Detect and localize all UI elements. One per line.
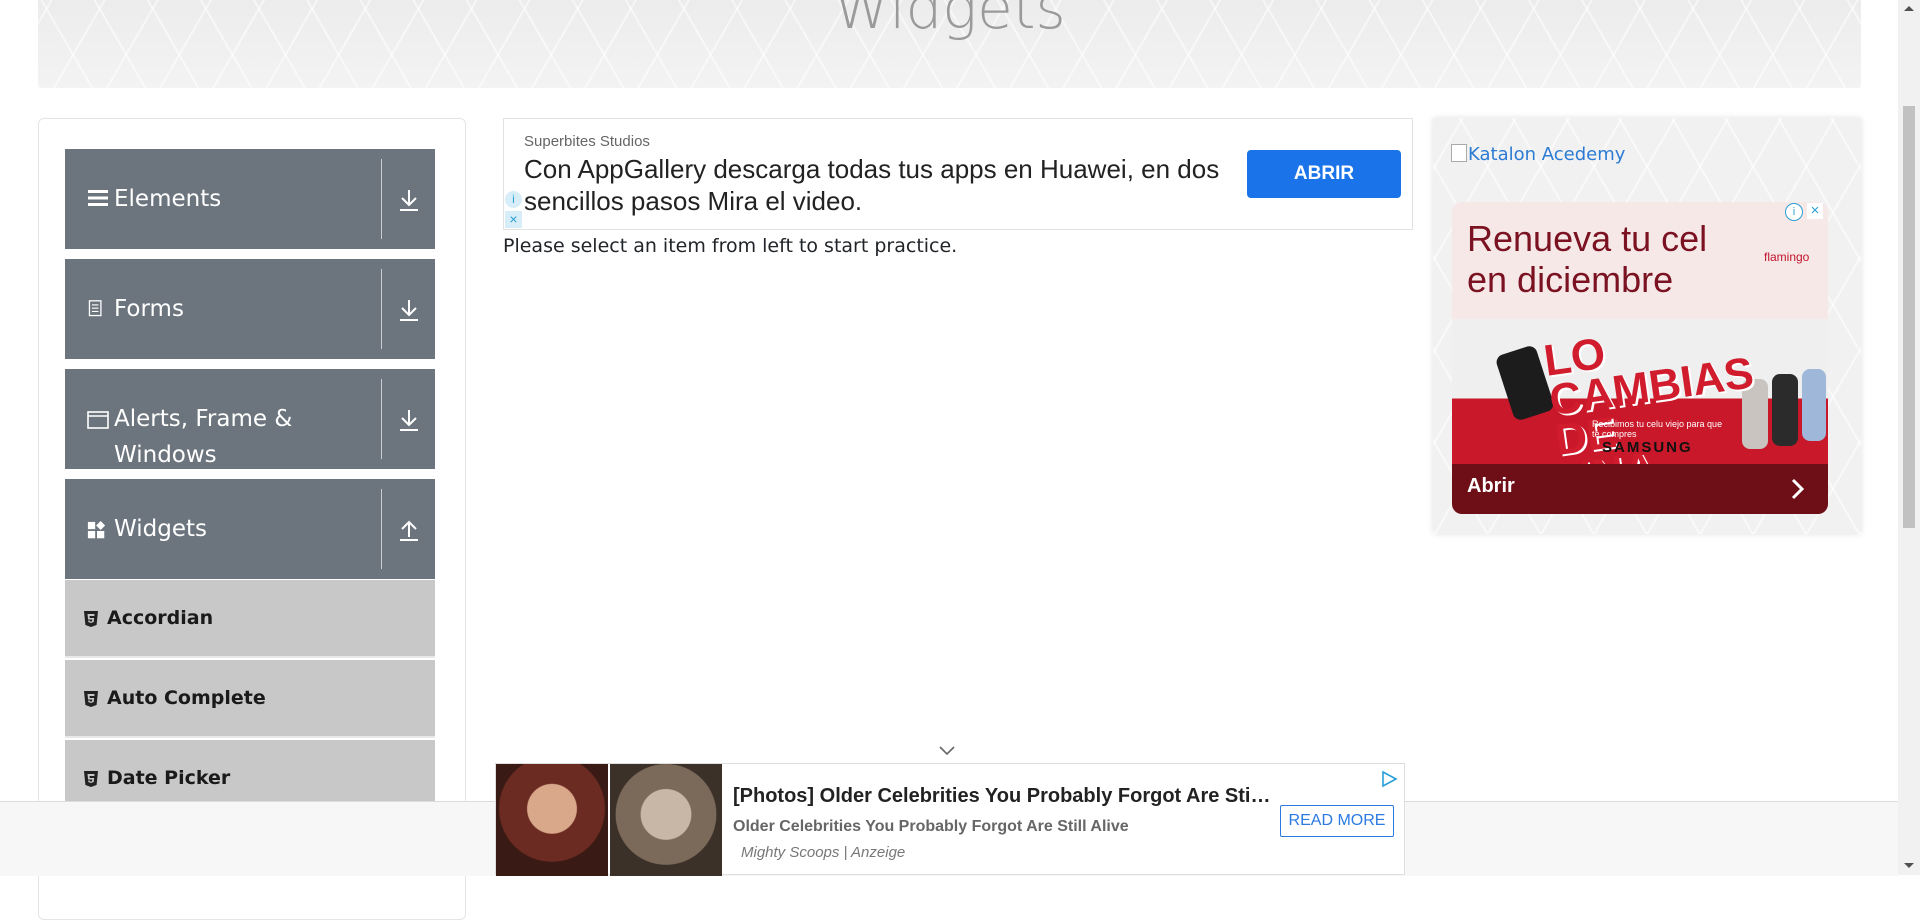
group-label: Forms	[114, 296, 184, 322]
phone-image	[1772, 374, 1798, 446]
page-banner: Widgets	[38, 0, 1861, 88]
bottom-native-ad[interactable]: [Photos] Older Celebrities You Probably …	[495, 763, 1405, 876]
download-arrow-icon[interactable]	[397, 187, 421, 213]
promo-brand-logo: flamingo	[1764, 250, 1810, 264]
menu-item-accordian[interactable]: Accordian	[65, 580, 435, 658]
page-title: Widgets	[833, 0, 1066, 42]
scroll-down-arrow-icon[interactable]	[1903, 862, 1915, 870]
scroll-up-arrow-icon[interactable]	[1903, 4, 1915, 12]
download-arrow-icon[interactable]	[397, 407, 421, 433]
group-forms[interactable]: Forms	[65, 259, 435, 359]
menu-item-label: Accordian	[107, 607, 214, 629]
document-icon	[88, 300, 102, 317]
promo-small-text: Recibimos tu celu viejo para que te comp…	[1592, 419, 1723, 439]
hamburger-icon	[88, 190, 108, 206]
practice-instruction: Please select an item from left to start…	[503, 235, 958, 257]
divider	[381, 489, 382, 569]
ad-source: Mighty Scoops | Anzeige	[741, 844, 906, 861]
ad-open-button[interactable]: ABRIR	[1247, 150, 1401, 198]
ad-title[interactable]: [Photos] Older Celebrities You Probably …	[733, 785, 1273, 808]
window-icon	[87, 411, 109, 429]
adchoices-icon[interactable]	[1380, 770, 1398, 788]
html5-icon	[84, 611, 98, 627]
ad-info-icon[interactable]: i	[505, 191, 522, 208]
menu-item-auto-complete[interactable]: Auto Complete	[65, 660, 435, 738]
chevron-down-icon[interactable]	[938, 745, 956, 757]
html5-icon	[84, 691, 98, 707]
group-alerts-frame-windows[interactable]: Alerts, Frame & Windows	[65, 369, 435, 469]
group-label: Elements	[114, 186, 222, 212]
promo-close-icon[interactable]: ×	[1807, 203, 1823, 219]
promo-info-icon[interactable]: i	[1785, 203, 1803, 221]
download-arrow-icon[interactable]	[397, 297, 421, 323]
katalon-academy-link[interactable]: Katalon Acedemy	[1451, 144, 1625, 165]
menu-item-label: Auto Complete	[107, 687, 266, 709]
group-label: Widgets	[114, 516, 207, 542]
promo-open-button[interactable]: Abrir	[1467, 475, 1515, 498]
promo-title: Renueva tu cel en diciembre	[1467, 218, 1708, 300]
promo-footer[interactable]: Abrir	[1452, 464, 1828, 514]
flamingo-promo-ad[interactable]: Renueva tu cel en diciembre flamingo LO …	[1452, 202, 1828, 514]
widgets-icon	[87, 521, 106, 539]
chevron-right-icon[interactable]	[1789, 478, 1807, 500]
ad-thumbnail[interactable]	[610, 764, 722, 876]
group-widgets[interactable]: Widgets	[65, 479, 435, 579]
phone-image	[1802, 369, 1826, 441]
upload-arrow-icon[interactable]	[397, 517, 421, 543]
divider	[381, 159, 382, 239]
ad-close-icon[interactable]: ×	[505, 211, 522, 228]
samsung-logo: SAMSUNG	[1602, 439, 1693, 456]
ad-sponsor: Superbites Studios	[524, 133, 650, 150]
group-label: Alerts, Frame & Windows	[114, 406, 293, 468]
read-more-button[interactable]: READ MORE	[1280, 805, 1394, 837]
html5-icon	[84, 771, 98, 787]
ad-thumbnail[interactable]	[496, 764, 608, 876]
ad-headline[interactable]: Con AppGallery descarga todas tus apps e…	[524, 153, 1244, 217]
scrollbar-thumb[interactable]	[1903, 106, 1915, 528]
divider	[381, 269, 382, 349]
top-banner-ad[interactable]: Superbites Studios Con AppGallery descar…	[503, 118, 1413, 230]
group-elements[interactable]: Elements	[65, 149, 435, 249]
right-ad-panel: Katalon Acedemy Renueva tu cel en diciem…	[1433, 118, 1861, 534]
ad-description: Older Celebrities You Probably Forgot Ar…	[733, 818, 1129, 835]
promo-image: LO CAMBIAS DE UNA Recibimos tu celu viej…	[1452, 319, 1828, 505]
broken-image-icon	[1451, 144, 1467, 162]
divider	[381, 379, 382, 459]
menu-item-label: Date Picker	[107, 767, 231, 789]
link-text: Katalon Acedemy	[1468, 144, 1626, 165]
